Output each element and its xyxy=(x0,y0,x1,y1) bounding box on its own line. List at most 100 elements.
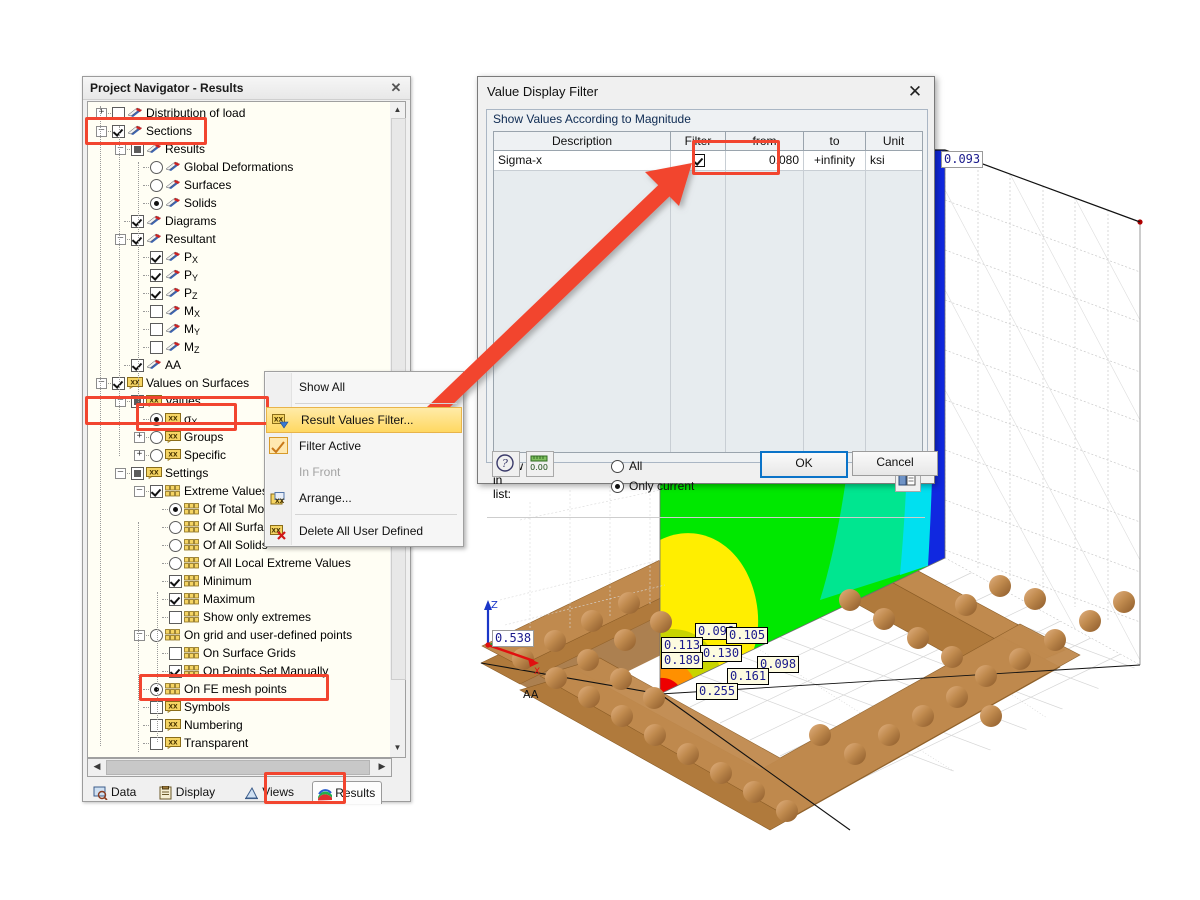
tree-item-m[interactable]: MX xyxy=(88,302,388,320)
help-icon[interactable]: ? xyxy=(492,451,520,477)
chevron-down-icon[interactable]: ▼ xyxy=(390,740,405,755)
chevron-up-icon[interactable]: ▲ xyxy=(390,102,405,117)
tree-item-global-deformations[interactable]: Global Deformations xyxy=(88,158,388,176)
radio-all[interactable] xyxy=(611,460,624,473)
tree-radio[interactable] xyxy=(169,539,182,552)
close-icon[interactable]: ✕ xyxy=(904,81,926,103)
tree-item-surfaces[interactable]: Surfaces xyxy=(88,176,388,194)
tree-checkbox[interactable] xyxy=(131,143,144,156)
tab-display[interactable]: Display xyxy=(154,781,221,803)
tree-item-resultant[interactable]: – Resultant xyxy=(88,230,388,248)
tree-radio[interactable] xyxy=(169,557,182,570)
tree-item-results[interactable]: – Results xyxy=(88,140,388,158)
tree-item-m[interactable]: MY xyxy=(88,320,388,338)
option-all-label: All xyxy=(629,459,643,473)
tree-item-on-grid-and-user-defined-points[interactable]: – On grid and user-defined points xyxy=(88,626,388,644)
option-all[interactable]: All xyxy=(611,458,779,476)
tree-item-maximum[interactable]: Maximum xyxy=(88,590,388,608)
units-icon[interactable]: 0.00 xyxy=(526,451,554,477)
tree-checkbox[interactable] xyxy=(131,467,144,480)
tree-checkbox[interactable] xyxy=(169,575,182,588)
menu-item-show-all[interactable]: Show All xyxy=(265,374,463,400)
tree-checkbox[interactable] xyxy=(150,305,163,318)
tree-expander[interactable]: + xyxy=(134,450,145,461)
tree-item-p[interactable]: PY xyxy=(88,266,388,284)
tree-expander[interactable]: + xyxy=(96,108,107,119)
menu-item-in-front: In Front xyxy=(265,459,463,485)
table-row[interactable]: Sigma-x 0.080 +infinity ksi xyxy=(494,151,922,171)
tree-item-m[interactable]: MZ xyxy=(88,338,388,356)
cell-to[interactable]: +infinity xyxy=(804,151,866,170)
tree-checkbox[interactable] xyxy=(169,647,182,660)
hscrollbar-thumb[interactable] xyxy=(106,760,370,775)
ok-button[interactable]: OK xyxy=(760,451,848,478)
tree-expander[interactable]: – xyxy=(115,144,126,155)
tree-expander[interactable]: – xyxy=(96,378,107,389)
tree-checkbox[interactable] xyxy=(150,287,163,300)
tree-item-show-only-extremes[interactable]: Show only extremes xyxy=(88,608,388,626)
menu-item-result-values-filter[interactable]: XX Result Values Filter... xyxy=(266,407,462,433)
tree-expander[interactable]: – xyxy=(115,234,126,245)
tree-item-label: Diagrams xyxy=(165,214,217,228)
tree-checkbox[interactable] xyxy=(150,485,163,498)
menu-item-arrange[interactable]: XX Arrange... xyxy=(265,485,463,511)
chevron-left-icon[interactable]: ◀ xyxy=(89,759,105,774)
tree-radio[interactable] xyxy=(150,197,163,210)
tree-radio[interactable] xyxy=(169,521,182,534)
tree-expander[interactable]: – xyxy=(115,396,126,407)
tree-checkbox[interactable] xyxy=(150,323,163,336)
tree-radio[interactable] xyxy=(169,503,182,516)
tree-item-p[interactable]: PZ xyxy=(88,284,388,302)
tree-item-diagrams[interactable]: Diagrams xyxy=(88,212,388,230)
tree-radio[interactable] xyxy=(150,413,163,426)
tree-item-of-all-local-extreme-values[interactable]: Of All Local Extreme Values xyxy=(88,554,388,572)
tree-item-solids[interactable]: Solids xyxy=(88,194,388,212)
tree-item-on-surface-grids[interactable]: On Surface Grids xyxy=(88,644,388,662)
tree-expander[interactable]: – xyxy=(96,126,107,137)
chevron-right-icon[interactable]: ▶ xyxy=(374,759,390,774)
tree-radio[interactable] xyxy=(150,449,163,462)
tree-radio[interactable] xyxy=(150,161,163,174)
dialog-title: Value Display Filter xyxy=(487,84,599,99)
cell-filter[interactable] xyxy=(671,151,726,170)
close-icon[interactable]: ✕ xyxy=(388,77,404,99)
tree-expander[interactable]: + xyxy=(134,432,145,443)
tab-results[interactable]: Results xyxy=(312,781,383,804)
tree-item-symbols[interactable]: XX Symbols xyxy=(88,698,388,716)
tree-item-minimum[interactable]: Minimum xyxy=(88,572,388,590)
tab-views[interactable]: Views xyxy=(240,781,300,803)
tree-checkbox[interactable] xyxy=(169,593,182,606)
tree-radio[interactable] xyxy=(150,179,163,192)
tree-expander[interactable]: – xyxy=(134,486,145,497)
cell-from[interactable]: 0.080 xyxy=(726,151,804,170)
tree-item-on-fe-mesh-points[interactable]: On FE mesh points xyxy=(88,680,388,698)
tree-item-numbering[interactable]: XX Numbering xyxy=(88,716,388,734)
tree-checkbox[interactable] xyxy=(112,107,125,120)
tab-data[interactable]: Data xyxy=(89,781,142,803)
filter-table[interactable]: Description Filter from to Unit Sigma-x … xyxy=(493,131,923,453)
tree-item-p[interactable]: PX xyxy=(88,248,388,266)
tree-expander[interactable]: – xyxy=(134,630,145,641)
tree-radio[interactable] xyxy=(150,431,163,444)
tree-item-transparent[interactable]: XX Transparent xyxy=(88,734,388,752)
menu-item-delete-all-user-defined[interactable]: XX Delete All User Defined xyxy=(265,518,463,544)
tree-item-sections[interactable]: – Sections xyxy=(88,122,388,140)
value-display-filter-dialog[interactable]: Value Display Filter ✕ Show Values Accor… xyxy=(477,76,938,518)
grid-icon xyxy=(184,646,200,659)
tree-horizontal-scrollbar[interactable]: ◀ ▶ xyxy=(87,758,392,777)
navigator-tabs[interactable]: Data Display Views Results xyxy=(87,779,406,805)
tree-item-on-points-set-manually[interactable]: On Points Set Manually xyxy=(88,662,388,680)
option-only-current[interactable]: Only current xyxy=(611,478,779,496)
tree-item-distribution-of-load[interactable]: + Distribution of load xyxy=(88,104,388,122)
radio-only-current[interactable] xyxy=(611,480,624,493)
cancel-button[interactable]: Cancel xyxy=(852,451,938,476)
context-menu[interactable]: Show All XX Result Values Filter... Filter … xyxy=(264,371,464,547)
tree-checkbox[interactable] xyxy=(169,611,182,624)
tree-checkbox[interactable] xyxy=(150,251,163,264)
tree-checkbox[interactable] xyxy=(169,665,182,678)
tree-checkbox[interactable] xyxy=(150,269,163,282)
tree-expander[interactable]: – xyxy=(115,468,126,479)
menu-item-filter-active[interactable]: Filter Active xyxy=(265,433,463,459)
filter-checkbox[interactable] xyxy=(691,154,705,167)
tree-checkbox[interactable] xyxy=(150,341,163,354)
